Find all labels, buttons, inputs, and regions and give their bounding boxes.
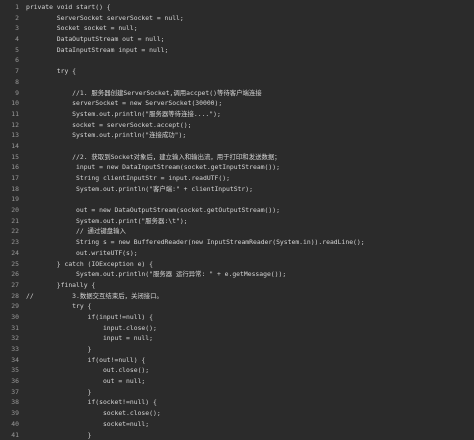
code-line[interactable]: System.out.println("服务器等待连接...."); bbox=[26, 109, 474, 120]
code-line[interactable]: System.out.print("服务器:\t"); bbox=[26, 216, 474, 227]
line-number: 25 bbox=[0, 259, 19, 270]
code-line[interactable]: socket = serverSocket.accept(); bbox=[26, 120, 474, 131]
code-line[interactable]: } bbox=[26, 430, 474, 440]
code-line[interactable] bbox=[26, 141, 474, 152]
code-line[interactable]: System.out.println("服务器 运行异常: " + e.getM… bbox=[26, 269, 474, 280]
code-line[interactable]: // 3.数据交互结束后，关闭接口。 bbox=[26, 291, 474, 302]
code-line[interactable]: if(socket!=null) { bbox=[26, 397, 474, 408]
code-line[interactable]: socket=null; bbox=[26, 419, 474, 430]
line-number: 10 bbox=[0, 98, 19, 109]
line-number: 3 bbox=[0, 23, 19, 34]
line-number: 26 bbox=[0, 269, 19, 280]
code-line[interactable]: input = null; bbox=[26, 333, 474, 344]
line-number: 1 bbox=[0, 2, 19, 13]
code-line[interactable]: System.out.println("连接成功"); bbox=[26, 130, 474, 141]
code-editor[interactable]: 1234567891011121314151617181920212223242… bbox=[0, 0, 474, 432]
line-number: 11 bbox=[0, 109, 19, 120]
line-number: 38 bbox=[0, 397, 19, 408]
code-line[interactable]: DataInputStream input = null; bbox=[26, 45, 474, 56]
line-number: 28 bbox=[0, 291, 19, 302]
line-number: 18 bbox=[0, 184, 19, 195]
code-line[interactable]: socket.close(); bbox=[26, 408, 474, 419]
line-number: 21 bbox=[0, 216, 19, 227]
line-number: 32 bbox=[0, 333, 19, 344]
code-line[interactable]: private void start() { bbox=[26, 2, 474, 13]
line-number-gutter: 1234567891011121314151617181920212223242… bbox=[0, 0, 22, 432]
line-number: 20 bbox=[0, 205, 19, 216]
line-number: 15 bbox=[0, 152, 19, 163]
line-number: 27 bbox=[0, 280, 19, 291]
code-line[interactable]: System.out.println("客户端:" + clientInputS… bbox=[26, 184, 474, 195]
code-line[interactable]: out = null; bbox=[26, 376, 474, 387]
code-line[interactable]: out.close(); bbox=[26, 365, 474, 376]
line-number: 33 bbox=[0, 344, 19, 355]
line-number: 12 bbox=[0, 120, 19, 131]
line-number: 23 bbox=[0, 237, 19, 248]
code-area[interactable]: private void start() { ServerSocket serv… bbox=[22, 0, 474, 432]
line-number: 19 bbox=[0, 194, 19, 205]
line-number: 14 bbox=[0, 141, 19, 152]
code-line[interactable]: if(input!=null) { bbox=[26, 312, 474, 323]
code-line[interactable] bbox=[26, 77, 474, 88]
code-line[interactable]: if(out!=null) { bbox=[26, 355, 474, 366]
line-number: 13 bbox=[0, 130, 19, 141]
code-line[interactable]: } catch (IOException e) { bbox=[26, 259, 474, 270]
code-line[interactable]: //2. 获取到Socket对象后，建立输入和输出流，用于打印和发送数据； bbox=[26, 152, 474, 163]
code-line[interactable]: //1. 服务器创建ServerSocket,调用accpet()等待客户端连接 bbox=[26, 88, 474, 99]
code-line[interactable]: String clientInputStr = input.readUTF(); bbox=[26, 173, 474, 184]
code-line[interactable]: out.writeUTF(s); bbox=[26, 248, 474, 259]
code-line[interactable]: } bbox=[26, 387, 474, 398]
line-number: 30 bbox=[0, 312, 19, 323]
line-number: 35 bbox=[0, 365, 19, 376]
code-line[interactable]: String s = new BufferedReader(new InputS… bbox=[26, 237, 474, 248]
code-line[interactable] bbox=[26, 55, 474, 66]
code-line[interactable]: input = new DataInputStream(socket.getIn… bbox=[26, 162, 474, 173]
line-number: 40 bbox=[0, 419, 19, 430]
line-number: 2 bbox=[0, 13, 19, 24]
code-line[interactable]: }finally { bbox=[26, 280, 474, 291]
code-line[interactable] bbox=[26, 194, 474, 205]
line-number: 34 bbox=[0, 355, 19, 366]
line-number: 41 bbox=[0, 430, 19, 440]
code-line[interactable]: } bbox=[26, 344, 474, 355]
code-line[interactable]: DataOutputStream out = null; bbox=[26, 34, 474, 45]
line-number: 17 bbox=[0, 173, 19, 184]
line-number: 16 bbox=[0, 162, 19, 173]
line-number: 36 bbox=[0, 376, 19, 387]
code-line[interactable]: // 通过键盘输入 bbox=[26, 226, 474, 237]
line-number: 6 bbox=[0, 55, 19, 66]
line-number: 24 bbox=[0, 248, 19, 259]
code-line[interactable]: try { bbox=[26, 66, 474, 77]
line-number: 31 bbox=[0, 323, 19, 334]
line-number: 5 bbox=[0, 45, 19, 56]
line-number: 37 bbox=[0, 387, 19, 398]
line-number: 7 bbox=[0, 66, 19, 77]
code-line[interactable]: serverSocket = new ServerSocket(30000); bbox=[26, 98, 474, 109]
line-number: 22 bbox=[0, 226, 19, 237]
code-line[interactable]: input.close(); bbox=[26, 323, 474, 334]
code-line[interactable]: out = new DataOutputStream(socket.getOut… bbox=[26, 205, 474, 216]
code-line[interactable]: Socket socket = null; bbox=[26, 23, 474, 34]
line-number: 9 bbox=[0, 88, 19, 99]
line-number: 8 bbox=[0, 77, 19, 88]
line-number: 4 bbox=[0, 34, 19, 45]
code-line[interactable]: try { bbox=[26, 301, 474, 312]
line-number: 29 bbox=[0, 301, 19, 312]
code-line[interactable]: ServerSocket serverSocket = null; bbox=[26, 13, 474, 24]
line-number: 39 bbox=[0, 408, 19, 419]
